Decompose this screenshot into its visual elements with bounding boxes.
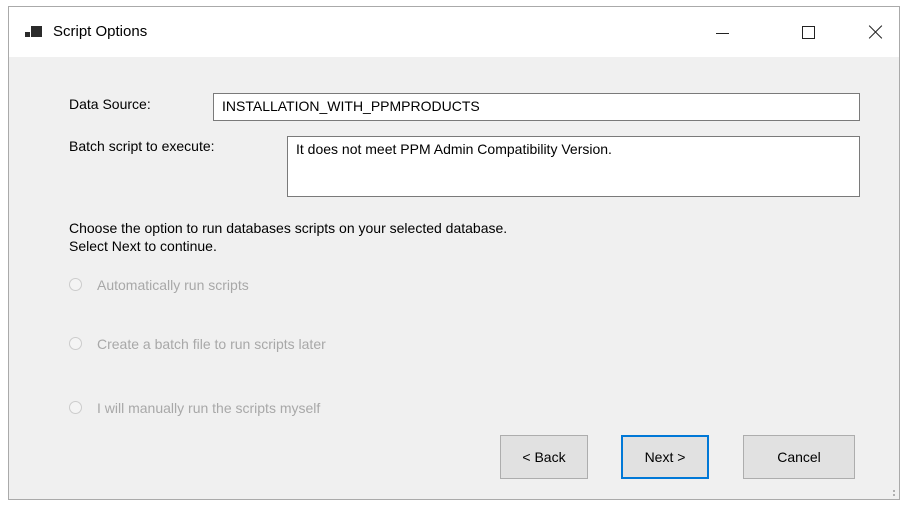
- batch-script-field[interactable]: It does not meet PPM Admin Compatibility…: [287, 136, 860, 197]
- next-button[interactable]: Next >: [621, 435, 709, 479]
- script-options-dialog: Script Options Data Source: INSTALLATION…: [8, 6, 900, 500]
- radio-label: Automatically run scripts: [97, 277, 249, 293]
- title-bar: Script Options: [9, 7, 899, 57]
- instructions-text: Choose the option to run databases scrip…: [69, 219, 507, 255]
- app-icon: [25, 26, 43, 40]
- radio-circle-icon: [69, 337, 82, 350]
- resize-grip-icon[interactable]: [889, 490, 895, 496]
- radio-label: I will manually run the scripts myself: [97, 400, 321, 416]
- window-title: Script Options: [53, 23, 148, 40]
- instruction-line: Select Next to continue.: [69, 238, 217, 254]
- close-button[interactable]: [853, 7, 899, 57]
- radio-circle-icon: [69, 278, 82, 291]
- maximize-button[interactable]: [785, 7, 831, 57]
- back-button[interactable]: < Back: [500, 435, 588, 479]
- radio-circle-icon: [69, 401, 82, 414]
- data-source-field[interactable]: INSTALLATION_WITH_PPMPRODUCTS: [213, 93, 860, 121]
- cancel-button[interactable]: Cancel: [743, 435, 855, 479]
- minimize-button[interactable]: [699, 7, 745, 57]
- radio-label: Create a batch file to run scripts later: [97, 336, 326, 352]
- batch-script-label: Batch script to execute:: [69, 138, 215, 154]
- data-source-label: Data Source:: [69, 96, 151, 112]
- instruction-line: Choose the option to run databases scrip…: [69, 220, 508, 236]
